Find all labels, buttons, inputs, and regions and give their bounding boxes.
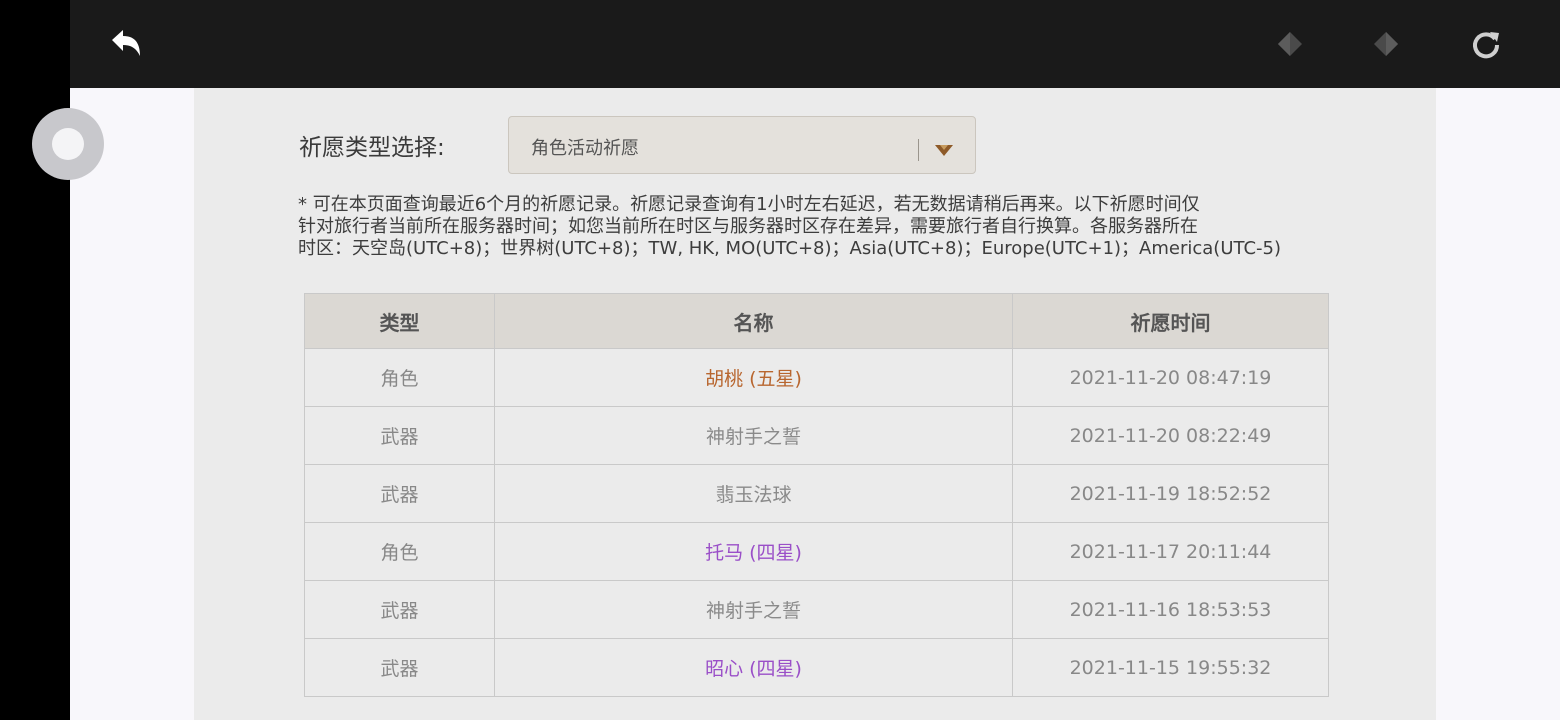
cell-name: 胡桃 (五星) bbox=[494, 348, 1013, 407]
cell-time: 2021-11-20 08:47:19 bbox=[1012, 348, 1329, 407]
cell-name: 昭心 (四星) bbox=[494, 638, 1013, 697]
next-page-button[interactable] bbox=[1366, 24, 1406, 64]
browser-toolbar bbox=[70, 0, 1560, 88]
table-row: 角色 托马 (四星) 2021-11-17 20:11:44 bbox=[304, 522, 1329, 581]
wish-type-dropdown[interactable]: 角色活动祈愿 bbox=[508, 116, 976, 174]
wish-type-selected: 角色活动祈愿 bbox=[531, 138, 639, 159]
wish-history-panel: 祈愿类型选择: 角色活动祈愿 * 可在本页面查询最近6个月的祈愿记录。祈愿记录查… bbox=[194, 88, 1436, 720]
reload-button[interactable] bbox=[1466, 24, 1506, 64]
prev-page-button[interactable] bbox=[1270, 24, 1310, 64]
cell-time: 2021-11-20 08:22:49 bbox=[1012, 406, 1329, 465]
cell-name: 托马 (四星) bbox=[494, 522, 1013, 581]
chevron-down-icon bbox=[935, 145, 953, 156]
back-button[interactable] bbox=[106, 24, 146, 64]
table-header-row: 类型 名称 祈愿时间 bbox=[304, 293, 1329, 349]
cell-name: 翡玉法球 bbox=[494, 464, 1013, 523]
cell-type: 武器 bbox=[304, 638, 495, 697]
cell-time: 2021-11-16 18:53:53 bbox=[1012, 580, 1329, 639]
reload-icon bbox=[1473, 32, 1500, 59]
header-time: 祈愿时间 bbox=[1012, 293, 1329, 349]
table-row: 武器 翡玉法球 2021-11-19 18:52:52 bbox=[304, 464, 1329, 523]
table-row: 武器 昭心 (四星) 2021-11-15 19:55:32 bbox=[304, 638, 1329, 697]
header-type: 类型 bbox=[304, 293, 495, 349]
right-diamond-icon bbox=[1374, 32, 1398, 56]
wish-type-label: 祈愿类型选择: bbox=[299, 135, 445, 161]
table-row: 武器 神射手之誓 2021-11-20 08:22:49 bbox=[304, 406, 1329, 465]
cell-type: 武器 bbox=[304, 580, 495, 639]
dropdown-divider bbox=[918, 139, 919, 161]
cell-type: 角色 bbox=[304, 348, 495, 407]
cell-time: 2021-11-15 19:55:32 bbox=[1012, 638, 1329, 697]
cell-name: 神射手之誓 bbox=[494, 580, 1013, 639]
cell-time: 2021-11-19 18:52:52 bbox=[1012, 464, 1329, 523]
wish-record-notice: * 可在本页面查询最近6个月的祈愿记录。祈愿记录查询有1小时左右延迟，若无数据请… bbox=[298, 194, 1281, 259]
table-row: 武器 神射手之誓 2021-11-16 18:53:53 bbox=[304, 580, 1329, 639]
header-name: 名称 bbox=[494, 293, 1013, 349]
cell-type: 武器 bbox=[304, 464, 495, 523]
left-diamond-icon bbox=[1278, 32, 1302, 56]
table-row: 角色 胡桃 (五星) 2021-11-20 08:47:19 bbox=[304, 348, 1329, 407]
cell-type: 角色 bbox=[304, 522, 495, 581]
back-arrow-icon bbox=[112, 30, 140, 56]
cell-name: 神射手之誓 bbox=[494, 406, 1013, 465]
wish-records-table: 类型 名称 祈愿时间 角色 胡桃 (五星) 2021-11-20 08:47:1… bbox=[304, 293, 1329, 697]
cell-type: 武器 bbox=[304, 406, 495, 465]
floating-assist-ball[interactable] bbox=[32, 108, 104, 180]
cell-time: 2021-11-17 20:11:44 bbox=[1012, 522, 1329, 581]
